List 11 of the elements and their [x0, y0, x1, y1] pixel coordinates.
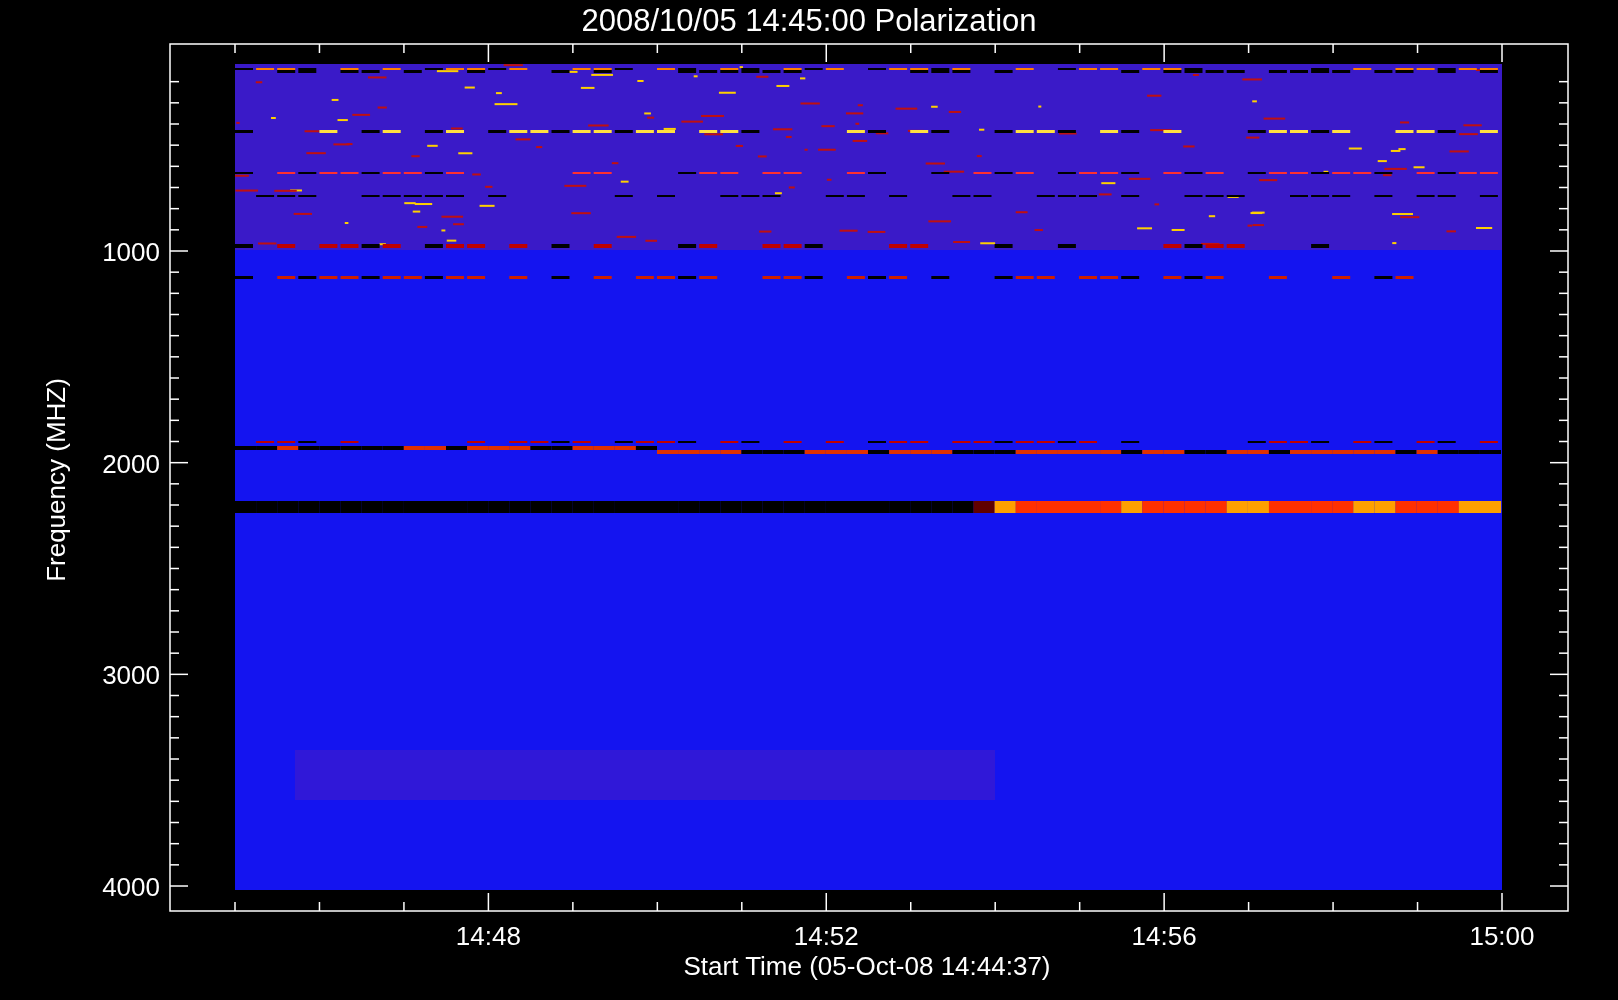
y-tick-label: 1000: [102, 237, 160, 267]
x-tick-label: 15:00: [1469, 921, 1535, 951]
y-axis-label: Frequency (MHZ): [41, 378, 71, 582]
y-tick-label: 2000: [102, 448, 160, 479]
x-tick-label: 14:48: [455, 921, 521, 951]
y-tick-label: 3000: [102, 660, 160, 691]
y-tick-label: 4000: [102, 872, 160, 902]
plot-title: 2008/10/05 14:45:00 Polarization: [581, 3, 1037, 38]
x-axis-label: Start Time (05-Oct-08 14:44:37): [683, 951, 1051, 981]
x-tick-label: 14:56: [1131, 921, 1197, 951]
x-tick-label: 14:52: [793, 921, 859, 951]
